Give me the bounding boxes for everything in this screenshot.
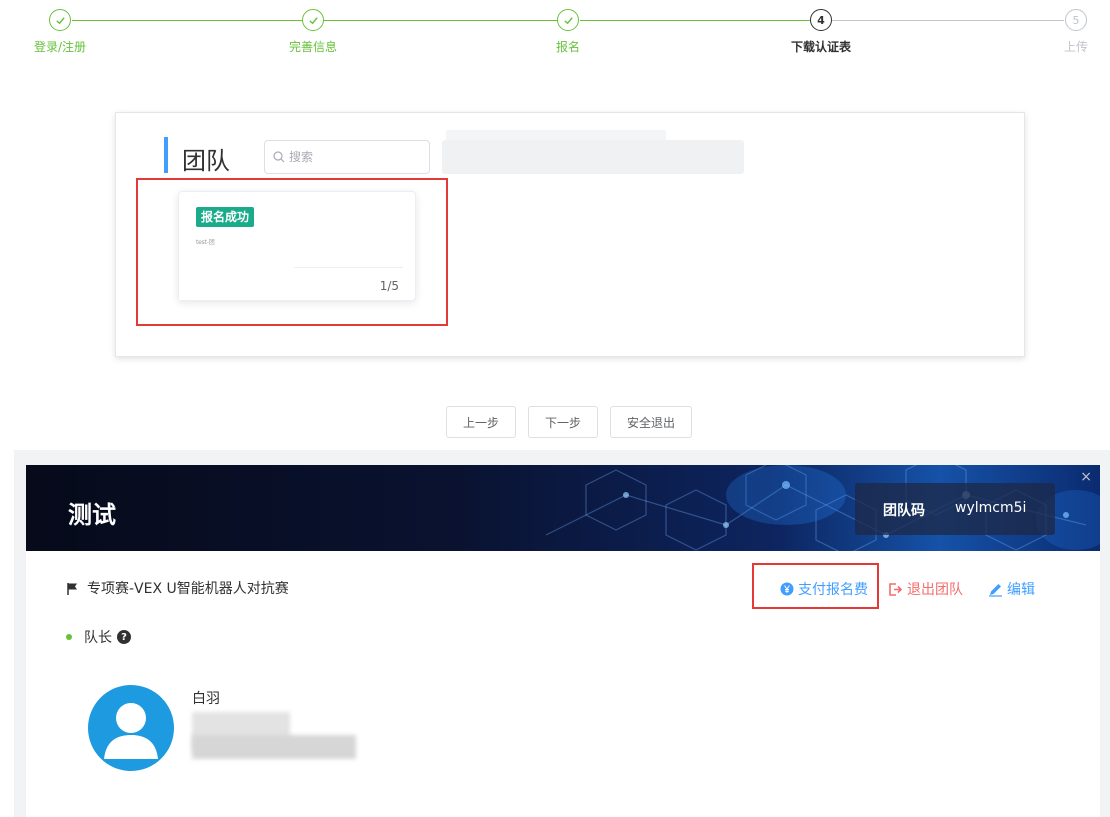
step-label: 完善信息 [288, 40, 337, 54]
pay-fee-button[interactable]: 支付报名费 [780, 579, 868, 599]
leave-team-label: 退出团队 [907, 582, 963, 598]
user-icon [104, 703, 158, 759]
check-icon [49, 9, 71, 31]
step-register: 报名 [528, 8, 608, 55]
team-code-label: 团队码 [883, 503, 925, 519]
redacted-area [179, 270, 293, 300]
step-label: 报名 [555, 40, 580, 54]
edit-button[interactable]: 编辑 [988, 579, 1035, 599]
team-code-box: 团队码 wylmcm5i [855, 483, 1055, 535]
leave-team-button[interactable]: 退出团队 [888, 579, 963, 599]
step-profile: 完善信息 [273, 8, 353, 55]
team-banner: 测试 团队码 wylmcm5i × [26, 465, 1100, 551]
step-download: 4 下载认证表 [781, 8, 861, 55]
member-name: 白羽 [192, 691, 220, 707]
step-label: 登录/注册 [33, 40, 87, 54]
avatar [88, 685, 174, 771]
team-panel: 团队 报名成功 test-团 1/5 [115, 112, 1025, 357]
title-accent-bar [164, 137, 168, 173]
step-label: 上传 [1063, 40, 1088, 54]
redacted-area [442, 130, 744, 174]
step-login: 登录/注册 [20, 8, 100, 55]
pay-fee-label: 支付报名费 [798, 582, 868, 598]
step-connector-3 [580, 20, 810, 21]
edit-label: 编辑 [1007, 582, 1035, 598]
competition-row: 专项赛-VEX U智能机器人对抗赛 [66, 578, 289, 598]
step-upload: 5 上传 [1036, 8, 1110, 55]
member-count: 1/5 [379, 279, 399, 293]
team-card-name: test-团 [196, 239, 215, 246]
step-connector-1 [72, 20, 302, 21]
step-label: 下载认证表 [790, 40, 851, 54]
page: 登录/注册 完善信息 报名 4 下载认证表 5 上传 团队 搜索 报名成功 te… [0, 0, 1110, 817]
team-name: 测试 [68, 501, 116, 529]
step-progress: 登录/注册 完善信息 报名 4 下载认证表 5 上传 [0, 8, 1110, 58]
status-dot [66, 634, 72, 640]
competition-name: 专项赛-VEX U智能机器人对抗赛 [87, 581, 289, 597]
check-icon [557, 9, 579, 31]
help-icon[interactable]: ? [117, 630, 131, 644]
team-detail: 测试 团队码 wylmcm5i × 专项赛-VEX U智能机器人对抗赛 支付报名… [26, 465, 1100, 817]
pencil-icon [989, 583, 1002, 597]
team-card[interactable]: 报名成功 test-团 1/5 [178, 191, 416, 301]
search-box[interactable] [264, 140, 430, 174]
team-code-value: wylmcm5i [955, 500, 1027, 516]
redacted-area [192, 735, 356, 759]
team-panel-title: 团队 [182, 147, 230, 175]
search-input[interactable] [289, 148, 419, 166]
prev-step-button[interactable]: 上一步 [446, 406, 516, 438]
step-connector-4 [832, 20, 1064, 21]
search-icon [273, 151, 285, 163]
divider [294, 267, 403, 268]
safe-logout-button[interactable]: 安全退出 [610, 406, 692, 438]
status-badge: 报名成功 [196, 207, 255, 227]
next-step-button[interactable]: 下一步 [528, 406, 598, 438]
flag-icon [67, 582, 77, 595]
step-number: 5 [1065, 9, 1087, 31]
step-connector-2 [324, 20, 558, 21]
close-icon[interactable]: × [1080, 469, 1092, 485]
role-label: 队长 [84, 630, 112, 646]
exit-icon [889, 582, 903, 596]
check-icon [302, 9, 324, 31]
yuan-icon [780, 582, 794, 596]
step-number: 4 [810, 9, 832, 31]
captain-row: 队长 ? [66, 627, 131, 647]
